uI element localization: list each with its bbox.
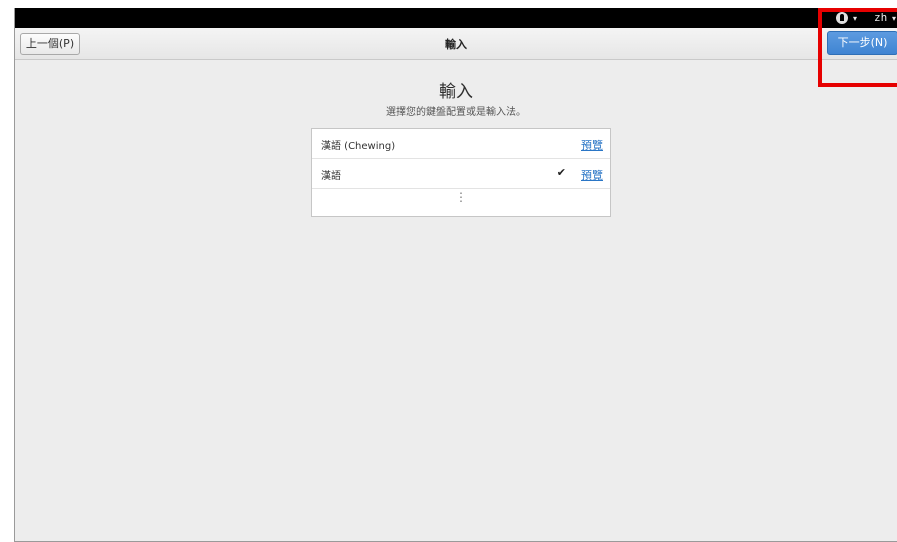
checkmark-icon: ✔	[556, 166, 566, 179]
page-title: 輸入	[439, 82, 473, 102]
top-bar: ▾ zh ▾	[15, 8, 897, 28]
chevron-down-icon[interactable]: ▾	[853, 11, 857, 27]
chevron-down-icon[interactable]: ▾	[892, 11, 896, 27]
page-subtitle: 選擇您的鍵盤配置或是輸入法。	[386, 107, 526, 118]
installer-window: ▾ zh ▾ 上一個(P) 輸入 下一步(N) 輸入 選擇您的鍵盤配置或是輸入法…	[14, 8, 897, 542]
next-button[interactable]: 下一步(N)	[827, 31, 897, 55]
input-method-label: 漢語	[321, 171, 341, 182]
preview-link[interactable]: 預覽	[581, 137, 603, 153]
accessibility-icon[interactable]	[836, 12, 848, 24]
more-options-icon[interactable]: ⋮	[312, 191, 610, 203]
header-bar: 上一個(P) 輸入 下一步(N)	[15, 28, 897, 60]
input-method-label: 漢語 (Chewing)	[321, 141, 396, 152]
preview-link[interactable]: 預覽	[581, 167, 603, 183]
language-indicator[interactable]: zh	[874, 10, 887, 26]
list-item[interactable]: 漢語 ✔ 預覽	[312, 159, 610, 189]
header-title: 輸入	[445, 38, 467, 51]
input-method-list: 漢語 (Chewing) 預覽 漢語 ✔ 預覽 ⋮	[311, 128, 611, 217]
more-options-row[interactable]: ⋮	[312, 189, 610, 216]
list-item[interactable]: 漢語 (Chewing) 預覽	[312, 129, 610, 159]
